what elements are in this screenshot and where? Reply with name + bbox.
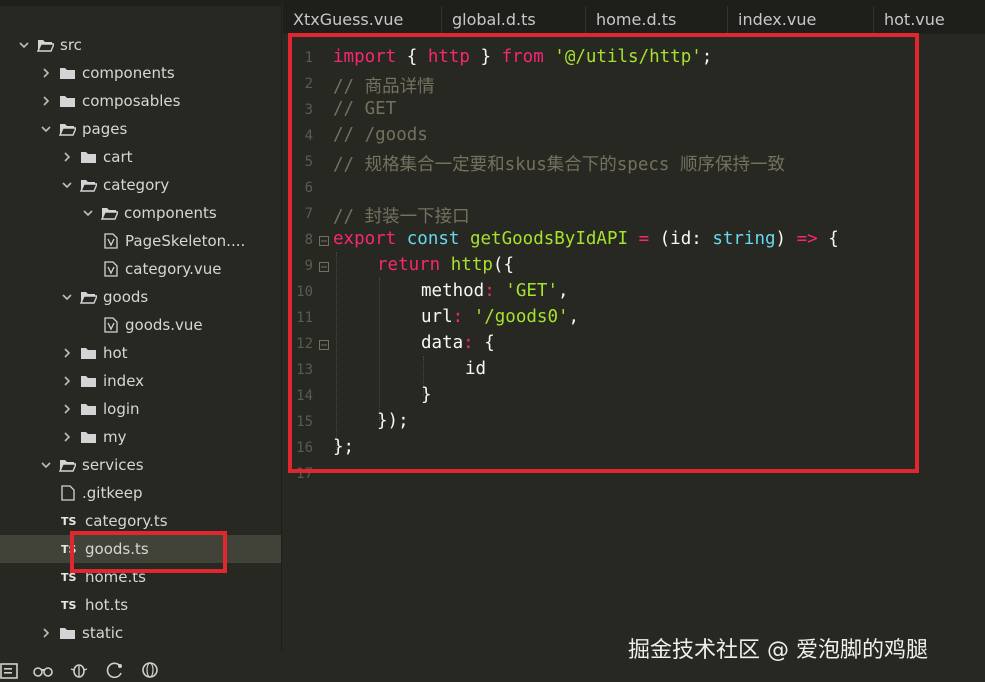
explorer-icon[interactable]: [0, 660, 20, 680]
tree-item-label: category: [103, 176, 170, 194]
folder-icon: [58, 625, 76, 641]
tree-item-label: src: [60, 36, 82, 54]
chevron-down-icon[interactable]: [61, 179, 73, 191]
tree-item-label: login: [103, 400, 140, 418]
tree-file[interactable]: PageSkeleton....: [0, 227, 281, 255]
chevron-right-icon[interactable]: [61, 431, 73, 443]
folder-open-icon: [58, 121, 76, 137]
tree-item-label: goods: [103, 288, 149, 306]
tree-item-label: hot: [103, 344, 128, 362]
folder-open-icon: [58, 457, 76, 473]
tree-item-label: cart: [103, 148, 133, 166]
chevron-right-icon[interactable]: [61, 347, 73, 359]
tree-folder[interactable]: services: [0, 451, 281, 479]
vue-file-icon: [104, 261, 118, 277]
chevron-right-icon[interactable]: [61, 151, 73, 163]
tree-file[interactable]: TS hot.ts: [0, 591, 281, 619]
bug-icon[interactable]: [69, 660, 89, 680]
tree-folder[interactable]: goods: [0, 283, 281, 311]
chevron-down-icon[interactable]: [18, 39, 30, 51]
tree-folder[interactable]: cart: [0, 143, 281, 171]
tree-folder[interactable]: my: [0, 423, 281, 451]
folder-icon: [79, 429, 97, 445]
tab-label: XtxGuess.vue: [293, 10, 404, 29]
code-highlight-box: [288, 33, 919, 473]
globe-icon[interactable]: [141, 660, 161, 680]
tree-file[interactable]: goods.vue: [0, 311, 281, 339]
binoculars-icon[interactable]: [33, 660, 53, 680]
chevron-right-icon[interactable]: [40, 67, 52, 79]
sidebar-top-strip: [0, 0, 282, 6]
tree-item-label: static: [82, 624, 124, 642]
tree-folder[interactable]: static: [0, 619, 281, 647]
vue-file-icon: [104, 233, 118, 249]
tab-global-d-ts[interactable]: global.d.ts: [441, 6, 567, 34]
chevron-down-icon[interactable]: [82, 207, 94, 219]
folder-open-icon: [79, 177, 97, 193]
tree-item-label: category.ts: [85, 512, 168, 530]
folder-open-icon: [36, 37, 54, 53]
tab-index-vue[interactable]: index.vue: [727, 6, 853, 34]
folder-open-icon: [79, 289, 97, 305]
folder-icon: [79, 401, 97, 417]
tree-folder[interactable]: composables: [0, 87, 281, 115]
chevron-down-icon[interactable]: [40, 123, 52, 135]
file-icon: [61, 485, 75, 501]
folder-icon: [79, 373, 97, 389]
tree-folder[interactable]: src: [0, 31, 281, 59]
folder-icon: [79, 149, 97, 165]
folder-open-icon: [100, 205, 118, 221]
file-highlight-box: [70, 531, 227, 573]
tree-item-label: components: [82, 64, 175, 82]
tree-folder[interactable]: hot: [0, 339, 281, 367]
chevron-down-icon[interactable]: [61, 291, 73, 303]
chevron-right-icon[interactable]: [40, 95, 52, 107]
folder-icon: [79, 345, 97, 361]
typescript-file-icon: TS: [61, 598, 77, 612]
tree-item-label: .gitkeep: [82, 484, 143, 502]
tree-item-label: index: [103, 372, 145, 390]
tree-item-label: pages: [82, 120, 128, 138]
tree-file[interactable]: .gitkeep: [0, 479, 281, 507]
tree-file[interactable]: category.vue: [0, 255, 281, 283]
tab-hot-vue[interactable]: hot.vue: [873, 6, 985, 34]
tree-item-label: PageSkeleton....: [125, 232, 246, 250]
tree-item-label: goods.vue: [125, 316, 203, 334]
tree-item-label: hot.ts: [85, 596, 129, 614]
folder-icon: [58, 65, 76, 81]
chevron-right-icon[interactable]: [40, 627, 52, 639]
chevron-right-icon[interactable]: [61, 375, 73, 387]
chevron-down-icon[interactable]: [40, 459, 52, 471]
tab-label: hot.vue: [884, 10, 945, 29]
tab-xtxguess[interactable]: XtxGuess.vue: [283, 6, 427, 34]
tab-label: global.d.ts: [452, 10, 536, 29]
folder-icon: [58, 93, 76, 109]
chevron-right-icon[interactable]: [61, 403, 73, 415]
tree-item-label: composables: [82, 92, 181, 110]
source-control-icon[interactable]: [105, 660, 125, 680]
tree-folder[interactable]: components: [0, 59, 281, 87]
tab-label: index.vue: [738, 10, 817, 29]
file-explorer-sidebar: src components composables pages cart categor…: [0, 0, 282, 682]
tree-item-label: services: [82, 456, 144, 474]
tree-item-label: my: [103, 428, 127, 446]
vue-file-icon: [104, 317, 118, 333]
tree-folder[interactable]: login: [0, 395, 281, 423]
editor-tab-bar: XtxGuess.vue global.d.ts home.d.ts index…: [283, 0, 985, 34]
tab-label: home.d.ts: [596, 10, 677, 29]
watermark: 掘金技术社区 @ 爱泡脚的鸡腿: [628, 638, 928, 663]
tree-folder[interactable]: pages: [0, 115, 281, 143]
tree-folder[interactable]: index: [0, 367, 281, 395]
typescript-file-icon: TS: [61, 514, 77, 528]
tree-item-label: components: [124, 204, 217, 222]
tab-home-d-ts[interactable]: home.d.ts: [585, 6, 711, 34]
sidebar-bottom-toolbar: [0, 652, 282, 682]
tree-folder[interactable]: category: [0, 171, 281, 199]
tree-folder[interactable]: components: [0, 199, 281, 227]
tree-item-label: category.vue: [125, 260, 222, 278]
